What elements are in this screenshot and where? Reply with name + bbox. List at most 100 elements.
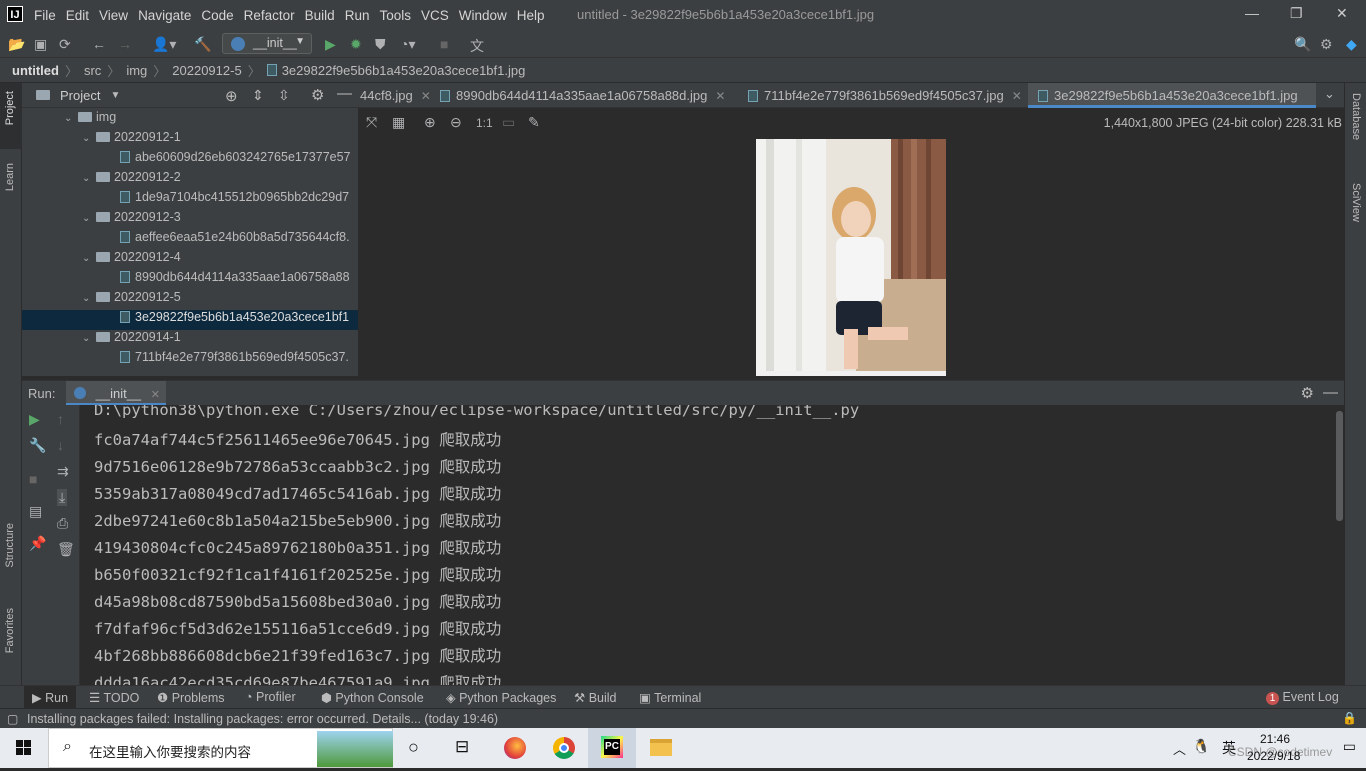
translate-icon[interactable]: 文 [470,36,484,56]
tree-file[interactable]: aeffee6eaa51e24b60b8a5d735644cf8. [22,230,358,250]
editor-tab[interactable]: 711bf4e2e779f3861b569ed9f4505c37.jpg ✕ [748,83,1022,108]
menu-refactor[interactable]: Refactor [244,8,295,23]
rerun-icon[interactable]: ▶ [29,411,40,428]
learn-tool-button[interactable]: Learn [4,163,16,191]
tree-folder[interactable]: ⌄ 20220912-5 [22,290,358,310]
run-icon[interactable]: ▶ [325,36,336,53]
menu-help[interactable]: Help [517,8,545,23]
stop-icon[interactable]: ■ [440,36,448,52]
menu-run[interactable]: Run [345,8,370,23]
pin-icon[interactable]: 📌 [29,535,46,552]
vcs-user-icon[interactable]: 👤▾ [152,36,176,53]
widgets-icon[interactable]: ⊟ [441,728,489,768]
menu-code[interactable]: Code [201,8,233,23]
event-log-tool-tab[interactable]: 1 Event Log [1266,690,1339,705]
menu-file[interactable]: File [34,8,56,23]
run-console-output[interactable]: D:\python38\python.exe C:/Users/zhou/ecl… [80,405,1344,685]
file-explorer-icon[interactable] [637,728,685,768]
pycharm-taskbar-icon[interactable]: PC [588,728,636,768]
firefox-icon[interactable] [490,728,538,768]
sync-icon[interactable]: ⟳ [59,36,71,53]
close-run-tab-icon[interactable]: ✕ [151,389,160,401]
problems-tool-tab[interactable]: ❶ Problems [157,690,224,705]
tree-file[interactable]: 1de9a7104bc415512b0965bb2dc29d7 [22,190,358,210]
tree-file[interactable]: 8990db644d4114a335aae1a06758a88 [22,270,358,290]
jetbrains-toolbox-icon[interactable]: ◆ [1346,36,1357,53]
search-icon[interactable]: 🔍 [1294,36,1311,53]
close-tab-icon[interactable]: ✕ [421,89,431,103]
run-tab[interactable]: __init__ ✕ [66,381,166,406]
tree-folder[interactable]: ⌄ 20220912-2 [22,170,358,190]
clock-time[interactable]: 21:46 [1260,732,1290,746]
tree-file[interactable]: abe60609d26eb603242765e17377e57 [22,150,358,170]
maximize-icon[interactable]: ❐ [1290,5,1303,22]
forward-icon[interactable]: → [118,36,132,52]
task-view-icon[interactable]: ○ [393,728,441,768]
minimize-icon[interactable]: — [1245,5,1259,21]
tree-file-selected[interactable]: 3e29822f9e5b6b1a453e20a3cece1bf1 [22,310,358,330]
python-console-tool-tab[interactable]: ⬢ Python Console [321,690,424,705]
back-icon[interactable]: ← [92,36,106,52]
status-message[interactable]: Installing packages failed: Installing p… [27,712,498,726]
collapse-all-icon[interactable]: ⇳ [278,87,290,104]
grid-icon[interactable]: ▦ [392,114,405,131]
tray-expand-icon[interactable]: ︿ [1173,739,1186,758]
toggle-tool-windows-icon[interactable]: ▢ [7,712,18,726]
menu-view[interactable]: View [99,8,128,23]
debug-icon[interactable]: ✹ [350,36,362,53]
windows-start-button[interactable] [0,728,48,768]
coverage-icon[interactable]: ⛊ [375,36,386,53]
close-tab-icon[interactable]: ✕ [715,89,725,103]
chevron-down-icon[interactable]: ▼ [110,90,120,101]
fit-window-icon[interactable]: ⤧ [366,114,377,131]
tree-file[interactable]: 711bf4e2e779f3861b569ed9f4505c37. [22,350,358,370]
locate-icon[interactable]: ⊕ [225,87,238,105]
database-tool-button[interactable]: Database [1350,93,1362,140]
close-tab-icon[interactable]: ✕ [1012,89,1022,103]
notification-center-icon[interactable]: ▭ [1343,738,1356,755]
crumb-folder[interactable]: 20220912-5 [172,63,241,78]
qq-icon[interactable]: 🐧 [1193,738,1210,755]
menu-navigate[interactable]: Navigate [138,8,191,23]
scroll-to-end-icon[interactable]: ⤓ [57,489,68,506]
scroll-up-icon[interactable]: ↑ [57,411,64,427]
trash-icon[interactable]: 🗑 [57,541,75,558]
chrome-icon[interactable] [539,728,587,768]
menu-tools[interactable]: Tools [379,8,411,23]
menu-edit[interactable]: Edit [66,8,89,23]
structure-tool-button[interactable]: Structure [4,523,16,568]
layout-icon[interactable]: ▤ [29,503,42,520]
terminal-tool-tab[interactable]: ▣ Terminal [639,690,701,705]
stop-icon[interactable]: ■ [29,471,37,487]
settings-gear-icon[interactable]: ⚙ [1320,36,1333,53]
open-folder-icon[interactable]: 📂 [8,36,25,53]
actual-size-button[interactable]: 1:1 [476,116,493,130]
profile-icon[interactable]: ◔▾ [400,36,415,53]
run-config-select[interactable]: __init__ ▼ [222,33,312,54]
print-icon[interactable]: ⎙ [57,515,68,532]
menu-window[interactable]: Window [459,8,507,23]
sciview-tool-button[interactable]: SciView [1350,183,1362,222]
editor-tab[interactable]: 44cf8.jpg ✕ [358,83,431,108]
tree-folder[interactable]: ⌄ 20220914-1 [22,330,358,350]
hide-run-panel-icon[interactable]: — [1323,384,1338,401]
tree-folder-img[interactable]: ⌄ img [22,110,358,130]
scroll-down-icon[interactable]: ↓ [57,437,64,453]
tabs-menu-chevron-icon[interactable]: ⌄ [1324,86,1335,102]
python-packages-tool-tab[interactable]: ◈ Python Packages [446,690,556,705]
save-icon[interactable]: ▣ [34,36,47,53]
menu-vcs[interactable]: VCS [421,8,449,23]
modify-config-wrench-icon[interactable]: 🔧 [29,437,46,454]
color-picker-icon[interactable]: ✎ [528,114,540,131]
tree-folder[interactable]: ⌄ 20220912-3 [22,210,358,230]
soft-wrap-icon[interactable]: ⇉ [57,463,69,480]
clock-date[interactable]: 2022/9/18 [1247,749,1300,763]
expand-all-icon[interactable]: ⇕ [252,87,264,104]
run-tool-tab[interactable]: ▶ Run [24,686,77,709]
todo-tool-tab[interactable]: ☰ TODO [89,690,139,705]
notifications-icon[interactable]: 🔒 [1342,711,1357,725]
favorites-tool-button[interactable]: Favorites [4,608,16,653]
fit-zoom-icon[interactable]: ▭ [502,114,515,131]
crumb-project[interactable]: untitled [12,63,59,78]
close-icon[interactable]: ✕ [1336,5,1348,22]
